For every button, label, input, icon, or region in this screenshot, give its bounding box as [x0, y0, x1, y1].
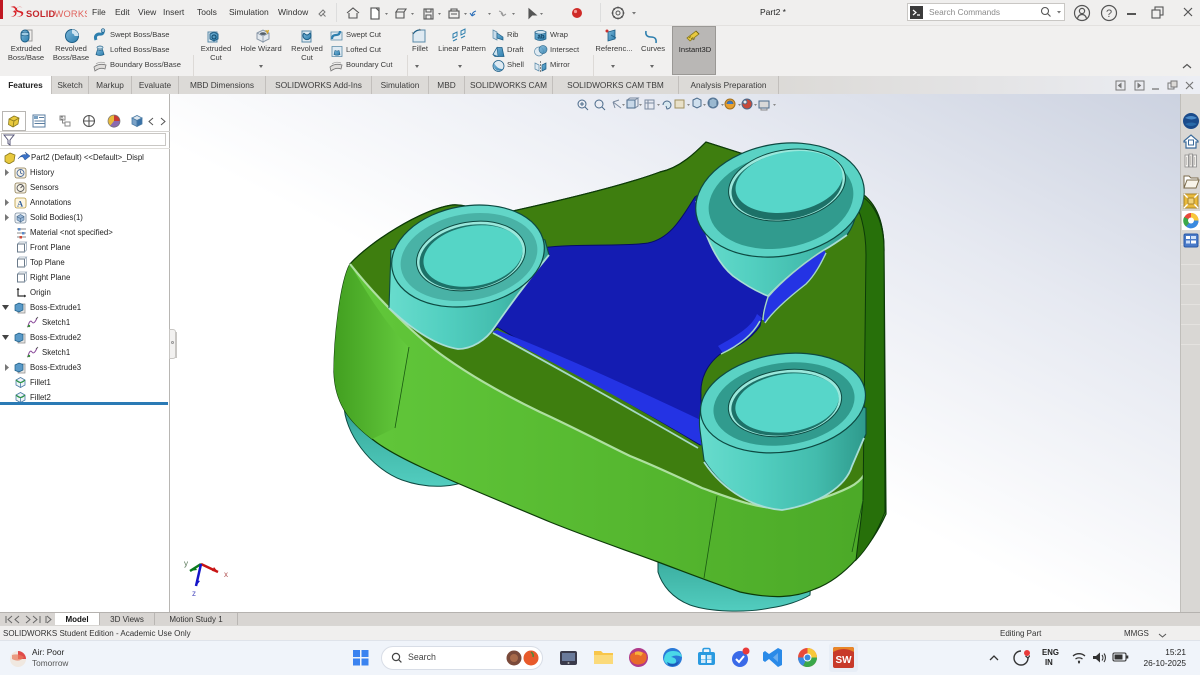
- svg-text:x: x: [224, 570, 228, 579]
- svg-text:B: B: [61, 116, 64, 121]
- svg-text:SW: SW: [836, 655, 853, 666]
- svg-text:A: A: [17, 199, 24, 209]
- svg-text:ab: ab: [538, 35, 545, 41]
- svg-text:?: ?: [1106, 8, 1112, 20]
- svg-text:z: z: [192, 589, 196, 598]
- svg-text:y: y: [184, 559, 188, 568]
- svg-text:SOLID: SOLID: [26, 9, 55, 19]
- svg-text:WORKS: WORKS: [55, 9, 88, 19]
